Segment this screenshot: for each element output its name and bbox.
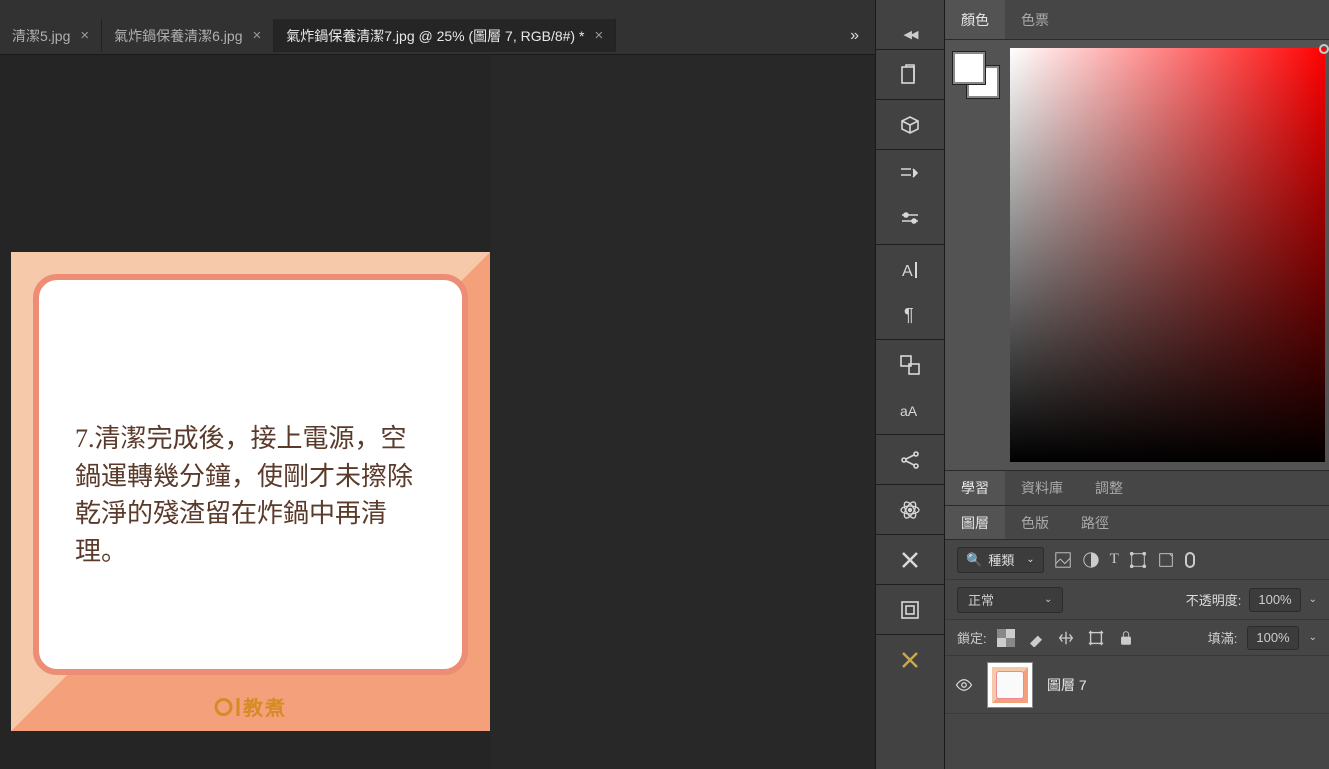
layers-panel: 圖層 色版 路徑 🔍 種類 ⌄ T 正常 ⌄ 不	[945, 506, 1329, 769]
fill-value: 100%	[1256, 630, 1289, 645]
tab-layers[interactable]: 圖層	[945, 506, 1005, 539]
fg-bg-swatch[interactable]	[945, 40, 1010, 470]
layer-thumbnail[interactable]	[987, 662, 1033, 708]
layer-list: 圖層 7	[945, 656, 1329, 769]
picker-cursor[interactable]	[1319, 44, 1329, 54]
lock-label: 鎖定:	[957, 628, 987, 647]
utensils-icon[interactable]	[875, 537, 945, 582]
canvas-area: 7.清潔完成後，接上電源，空鍋運轉幾分鐘，使剛才未擦除乾淨的殘渣留在炸鍋中再清理…	[0, 55, 490, 769]
opacity-label: 不透明度:	[1186, 590, 1242, 609]
brand-logo: 教煮	[214, 692, 287, 721]
paragraph-panel-icon[interactable]: ¶	[875, 292, 945, 337]
tab-label: 氣炸鍋保養清潔7.jpg @ 25% (圖層 7, RGB/8#) *	[286, 26, 584, 46]
blend-mode-dropdown[interactable]: 正常 ⌄	[957, 587, 1063, 613]
color-picker-field[interactable]	[1010, 48, 1325, 462]
tab-paths[interactable]: 路徑	[1065, 506, 1125, 539]
card-frame: 7.清潔完成後，接上電源，空鍋運轉幾分鐘，使剛才未擦除乾淨的殘渣留在炸鍋中再清理…	[33, 274, 468, 675]
tab-learn[interactable]: 學習	[945, 471, 1005, 505]
filter-toggle[interactable]	[1185, 552, 1195, 568]
utensils-alt-icon[interactable]	[875, 637, 945, 682]
svg-text:A: A	[902, 263, 913, 280]
canvas-empty-area	[490, 55, 875, 769]
opacity-input[interactable]: 100%	[1249, 588, 1300, 612]
layer-item[interactable]: 圖層 7	[945, 656, 1329, 714]
close-icon[interactable]: ×	[594, 27, 603, 44]
tab-overflow-button[interactable]: »	[834, 27, 875, 45]
close-icon[interactable]: ×	[80, 27, 89, 44]
lock-transparency-icon[interactable]	[997, 629, 1015, 647]
svg-text:aA: aA	[900, 403, 918, 419]
brand-text: 教煮	[243, 692, 287, 721]
tab-label: 氣炸鍋保養清潔6.jpg	[114, 26, 242, 46]
fill-label: 填滿:	[1208, 628, 1238, 647]
chevron-down-icon[interactable]: ⌄	[1309, 594, 1317, 605]
layers-panel-tabs: 圖層 色版 路徑	[945, 506, 1329, 540]
visibility-toggle-icon[interactable]	[955, 676, 973, 694]
document-tab-bar: 清潔5.jpg × 氣炸鍋保養清潔6.jpg × 氣炸鍋保養清潔7.jpg @ …	[0, 17, 875, 55]
history-panel-icon[interactable]	[875, 52, 945, 97]
panel-dock: ◀◀ A ¶ aA	[875, 0, 945, 769]
glyphs-panel-icon[interactable]: aA	[875, 387, 945, 432]
filter-kind-label: 種類	[988, 550, 1014, 569]
layer-name[interactable]: 圖層 7	[1047, 675, 1087, 695]
card-text: 7.清潔完成後，接上電源，空鍋運轉幾分鐘，使剛才未擦除乾淨的殘渣留在炸鍋中再清理…	[75, 420, 426, 571]
filter-adjustment-icon[interactable]	[1082, 551, 1100, 569]
search-icon: 🔍	[966, 552, 982, 568]
chevron-down-icon[interactable]: ⌄	[1309, 632, 1317, 643]
character-panel-icon[interactable]: A	[875, 247, 945, 292]
chevron-down-icon: ⌄	[1044, 594, 1052, 605]
color-panel-tabs: 顏色 色票	[945, 0, 1329, 40]
layer-filter-row: 🔍 種類 ⌄ T	[945, 540, 1329, 580]
lock-pixels-icon[interactable]	[1027, 629, 1045, 647]
svg-text:¶: ¶	[904, 305, 914, 325]
close-icon[interactable]: ×	[252, 27, 261, 44]
lock-artboard-icon[interactable]	[1087, 629, 1105, 647]
filter-pixel-icon[interactable]	[1054, 551, 1072, 569]
tab-swatches[interactable]: 色票	[1005, 0, 1065, 39]
blend-mode-row: 正常 ⌄ 不透明度: 100% ⌄	[945, 580, 1329, 620]
document-tab[interactable]: 氣炸鍋保養清潔6.jpg ×	[102, 19, 274, 52]
filter-shape-icon[interactable]	[1129, 551, 1147, 569]
chevron-down-icon: ⌄	[1026, 554, 1034, 565]
brush-settings-icon[interactable]	[875, 152, 945, 197]
clone-source-icon[interactable]	[875, 342, 945, 387]
tab-label: 清潔5.jpg	[12, 26, 70, 46]
tab-adjustments[interactable]: 調整	[1079, 471, 1139, 505]
filter-kind-dropdown[interactable]: 🔍 種類 ⌄	[957, 547, 1044, 573]
document-tab-active[interactable]: 氣炸鍋保養清潔7.jpg @ 25% (圖層 7, RGB/8#) * ×	[274, 19, 616, 52]
share-icon[interactable]	[875, 437, 945, 482]
blend-mode-value: 正常	[968, 590, 994, 609]
color-panel	[945, 40, 1329, 470]
tab-channels[interactable]: 色版	[1005, 506, 1065, 539]
filter-type-icons: T	[1054, 551, 1195, 569]
frame-icon[interactable]	[875, 587, 945, 632]
document-canvas[interactable]: 7.清潔完成後，接上電源，空鍋運轉幾分鐘，使剛才未擦除乾淨的殘渣留在炸鍋中再清理…	[11, 252, 490, 731]
atom-icon[interactable]	[875, 487, 945, 532]
tab-libraries[interactable]: 資料庫	[1005, 471, 1079, 505]
filter-type-icon[interactable]: T	[1110, 551, 1119, 568]
mid-panel-tabs: 學習 資料庫 調整	[945, 470, 1329, 506]
opacity-value: 100%	[1258, 592, 1291, 607]
right-panels: 顏色 色票 學習 資料庫 調整 圖層 色版 路徑 🔍 種類 ⌄	[945, 0, 1329, 769]
brushes-icon[interactable]	[875, 197, 945, 242]
lock-row: 鎖定: 填滿: 100% ⌄	[945, 620, 1329, 656]
fill-input[interactable]: 100%	[1247, 626, 1298, 650]
3d-panel-icon[interactable]	[875, 102, 945, 147]
lock-position-icon[interactable]	[1057, 629, 1075, 647]
tab-color[interactable]: 顏色	[945, 0, 1005, 39]
document-tab[interactable]: 清潔5.jpg ×	[0, 19, 102, 52]
foreground-color-swatch[interactable]	[953, 52, 985, 84]
collapse-panels-icon[interactable]: ◀◀	[904, 28, 917, 41]
lock-all-icon[interactable]	[1117, 629, 1135, 647]
filter-smartobject-icon[interactable]	[1157, 551, 1175, 569]
